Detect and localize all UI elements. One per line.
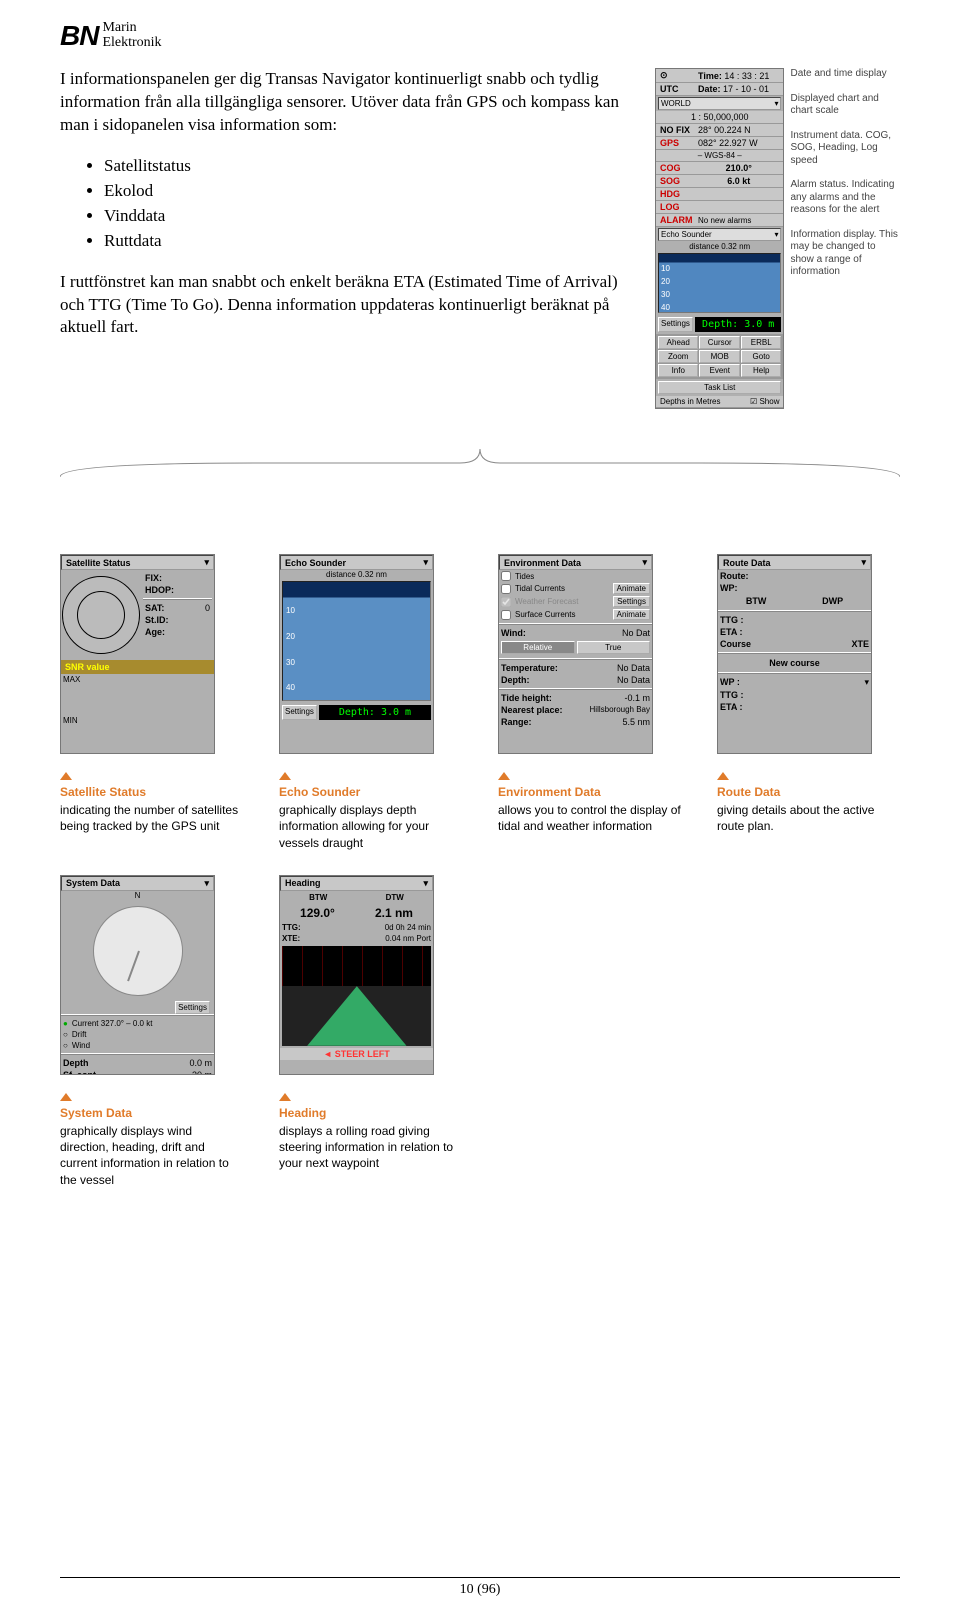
chevron-down-icon: ▾ [642,557,647,568]
chevron-down-icon: ▾ [774,230,778,239]
triangle-icon [717,772,729,780]
button-grid: Ahead Cursor ERBL Zoom MOB Goto Info Eve… [656,334,783,379]
true-button[interactable]: True [577,641,651,654]
page-footer: 10 (96) [0,1577,960,1598]
weather-checkbox [501,597,511,607]
system-data-panel: System Data▾ N Settings ●Current 327.0° … [60,875,215,1075]
satellite-status-panel: Satellite Status▾ FIX: HDOP: SAT:0 St.ID… [60,554,215,754]
page-number: 10 (96) [0,1582,960,1598]
animate-button[interactable]: Animate [613,609,650,620]
rolling-road [282,946,431,1046]
depth-readout: Depth: 3.0 m [319,705,431,720]
bracket-connector [60,449,900,479]
triangle-icon [279,772,291,780]
chevron-down-icon: ▾ [864,677,869,688]
echo-selector[interactable]: Echo Sounder▾ [658,228,781,241]
satellite-sky-plot [62,576,140,654]
info-button[interactable]: Info [658,364,698,377]
logo-bn: BN [60,20,98,52]
caption: Environment Data allows you to control t… [498,784,681,835]
logo: BN Marin Elektronik [60,20,900,52]
annot-chart: Displayed chart and chart scale [790,93,900,118]
annot-info: Information display. This may be changed… [790,229,900,279]
snr-bar: SNR value [61,660,214,674]
chevron-down-icon: ▾ [774,99,778,108]
animate-button[interactable]: Animate [613,583,650,594]
chevron-down-icon: ▾ [204,557,209,568]
goto-button[interactable]: Goto [741,350,781,363]
tidal-checkbox[interactable] [501,584,511,594]
sidepanel-mockup: ⊙Time: 14 : 33 : 21 UTCDate: 17 - 10 - 0… [655,68,784,409]
bullet-item: Vinddata [104,205,635,228]
chevron-down-icon: ▾ [204,878,209,889]
triangle-icon [60,772,72,780]
chart-selector[interactable]: WORLD▾ [658,97,781,110]
surface-checkbox[interactable] [501,610,511,620]
bullet-item: Satellitstatus [104,155,635,178]
echo-sounder-graph: 10 20 30 40 [658,253,781,313]
triangle-icon [60,1093,72,1101]
mob-button[interactable]: MOB [699,350,739,363]
caption: Heading displays a rolling road giving s… [279,1105,462,1172]
paragraph-1: I informationspanelen ger dig Transas Na… [60,68,635,137]
chevron-down-icon: ▾ [861,557,866,568]
cursor-button[interactable]: Cursor [699,336,739,349]
ahead-button[interactable]: Ahead [658,336,698,349]
annot-datetime: Date and time display [790,68,900,81]
caption: System Data graphically displays wind di… [60,1105,243,1188]
help-button[interactable]: Help [741,364,781,377]
zoom-button[interactable]: Zoom [658,350,698,363]
echo-graph: 10 20 30 40 [282,581,431,701]
steer-indicator: ◄ STEER LEFT [280,1048,433,1060]
heading-panel: Heading▾ BTWDTW 129.0°2.1 nm TTG:0d 0h 2… [279,875,434,1075]
relative-button[interactable]: Relative [501,641,575,654]
bullet-list: Satellitstatus Ekolod Vinddata Ruttdata [104,155,635,253]
environment-data-panel: Environment Data▾ Tides Tidal CurrentsAn… [498,554,653,754]
logo-subtitle: Marin Elektronik [102,20,161,51]
caption: Route Data giving details about the acti… [717,784,900,835]
echo-sounder-panel: Echo Sounder▾ distance 0.32 nm 10 20 30 … [279,554,434,754]
settings-button[interactable]: Settings [658,317,693,332]
depth-readout: Depth: 3.0 m [695,317,782,332]
chevron-down-icon: ▾ [423,557,428,568]
bullet-item: Ekolod [104,180,635,203]
route-data-panel: Route Data▾ Route: WP: BTWDWP TTG : ETA … [717,554,872,754]
erbl-button[interactable]: ERBL [741,336,781,349]
settings-button[interactable]: Settings [613,596,650,607]
tides-checkbox[interactable] [501,571,511,581]
triangle-icon [498,772,510,780]
event-button[interactable]: Event [699,364,739,377]
bullet-item: Ruttdata [104,230,635,253]
annot-instrument: Instrument data. COG, SOG, Heading, Log … [790,130,900,168]
compass-rose [93,906,183,996]
side-annotations: Date and time display Displayed chart an… [790,68,900,291]
annot-alarm: Alarm status. Indicating any alarms and … [790,179,900,217]
chevron-down-icon: ▾ [423,878,428,889]
caption: Echo Sounder graphically displays depth … [279,784,462,851]
settings-button[interactable]: Settings [175,1001,210,1014]
settings-button[interactable]: Settings [282,705,317,720]
caption: Satellite Status indicating the number o… [60,784,243,835]
tasklist-button[interactable]: Task List [658,381,781,394]
body-text: I informationspanelen ger dig Transas Na… [60,68,635,357]
triangle-icon [279,1093,291,1101]
paragraph-2: I ruttfönstret kan man snabbt och enkelt… [60,271,635,340]
